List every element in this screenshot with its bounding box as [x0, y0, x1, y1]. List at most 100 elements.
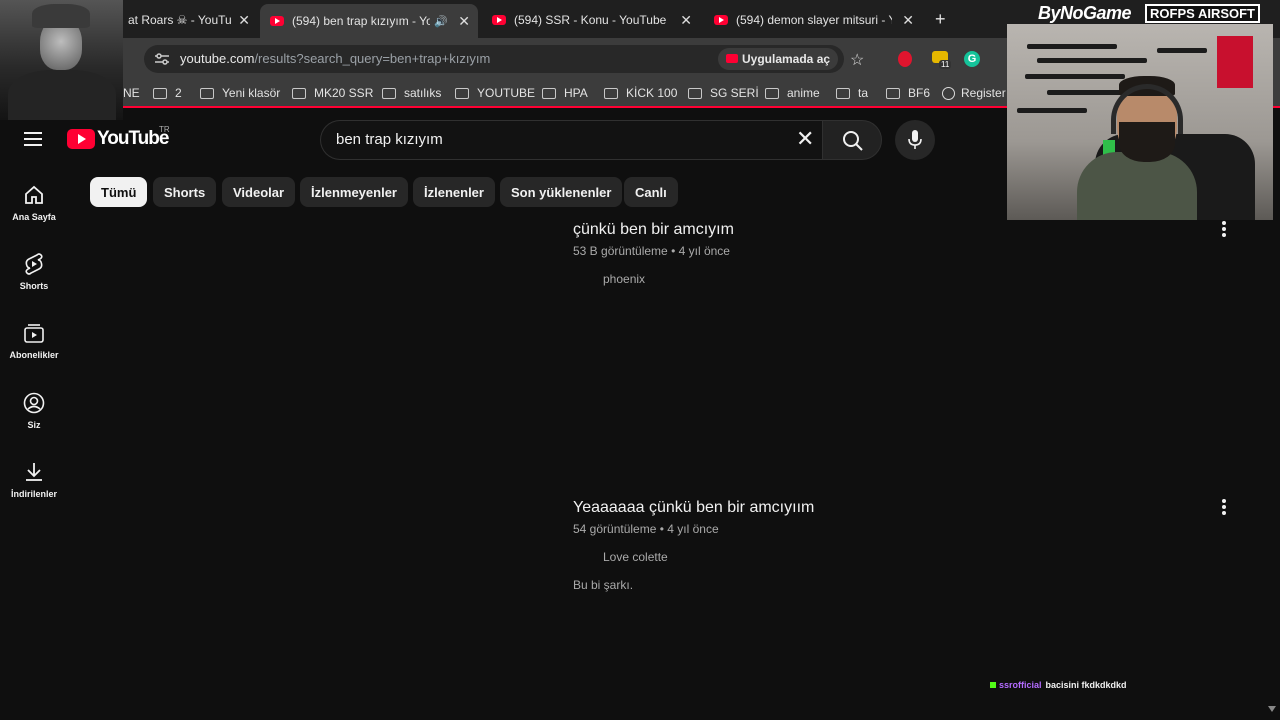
- webcam-overlay: [1007, 24, 1273, 220]
- folder-icon: [886, 87, 900, 99]
- more-options-icon[interactable]: [1222, 499, 1226, 517]
- folder-icon: [292, 87, 306, 99]
- more-options-icon[interactable]: [1222, 221, 1226, 239]
- chip-recently-uploaded[interactable]: Son yüklenenler: [500, 177, 623, 207]
- youtube-logo-icon[interactable]: [67, 129, 95, 149]
- bookmark-folder[interactable]: ta: [836, 86, 868, 100]
- channel-name[interactable]: Love colette: [603, 550, 668, 564]
- browser-tab[interactable]: (594) demon slayer mitsuri - Yo ✕: [704, 6, 922, 34]
- bookmark-folder[interactable]: SG SERİ: [688, 86, 759, 100]
- channel-name[interactable]: phoenix: [603, 272, 645, 286]
- sidebar-item-label: Siz: [27, 420, 41, 430]
- upload-age: 4 yıl önce: [678, 244, 730, 258]
- browser-tab[interactable]: at Roars ☠ - YouTu ✕: [118, 6, 258, 34]
- sidebar-item-label: Shorts: [19, 281, 49, 291]
- new-tab-icon[interactable]: +: [935, 9, 946, 30]
- bookmark-label: YOUTUBE: [477, 86, 536, 100]
- search-button[interactable]: [822, 120, 882, 160]
- sidebar-item-you[interactable]: Siz: [0, 392, 68, 430]
- chip-shorts[interactable]: Shorts: [153, 177, 217, 207]
- view-count: 54 görüntüleme: [573, 522, 657, 536]
- star-icon[interactable]: ☆: [850, 50, 864, 70]
- search-query[interactable]: ben trap kızıyım: [336, 131, 443, 148]
- video-meta: 54 görüntüleme • 4 yıl önce: [573, 522, 719, 536]
- browser-tab[interactable]: (594) SSR - Konu - YouTube ✕: [482, 6, 700, 34]
- bookmark-label: HPA: [564, 86, 588, 100]
- tab-title: (594) demon slayer mitsuri - Yo: [736, 13, 892, 27]
- bookmark-label: MK20 SSR: [314, 86, 374, 100]
- bookmark-folder[interactable]: anime: [765, 86, 820, 100]
- sidebar-item-home[interactable]: Ana Sayfa: [0, 184, 68, 222]
- bookmark-label: satılıks: [404, 86, 442, 100]
- tab-title: (594) SSR - Konu - YouTube: [514, 13, 667, 27]
- menu-icon[interactable]: [24, 132, 42, 146]
- close-icon[interactable]: ✕: [238, 12, 250, 29]
- tab-title: (594) ben trap kızıyım - You: [292, 14, 430, 28]
- speaker-icon[interactable]: 🔊: [434, 15, 448, 28]
- shorts-icon: [25, 253, 43, 275]
- chat-username: ssrofficial: [999, 680, 1042, 690]
- bookmark-label: anime: [787, 86, 820, 100]
- sidebar-item-downloads[interactable]: İndirilenler: [0, 461, 68, 499]
- video-title[interactable]: Yeaaaaaa çünkü ben bir amcıyıım: [573, 499, 814, 517]
- sidebar-item-shorts[interactable]: Shorts: [0, 253, 68, 291]
- bookmark-label: KİCK 100: [626, 86, 678, 100]
- chip-videos[interactable]: Videolar: [222, 177, 296, 207]
- bookmark-item[interactable]: NE: [123, 86, 140, 100]
- view-count: 53 B görüntüleme: [573, 244, 668, 258]
- video-meta: 53 B görüntüleme • 4 yıl önce: [573, 244, 730, 258]
- folder-icon: [455, 87, 469, 99]
- sidebar-item-label: Abonelikler: [9, 350, 59, 360]
- folder-icon: [200, 87, 214, 99]
- bookmark-folder[interactable]: HPA: [542, 86, 588, 100]
- youtube-icon: [270, 16, 284, 26]
- portrait-overlay-image: [0, 0, 123, 120]
- folder-icon: [836, 87, 850, 99]
- close-icon[interactable]: ✕: [458, 13, 470, 30]
- search-icon: [843, 131, 863, 151]
- grammarly-icon[interactable]: G: [964, 51, 980, 67]
- chip-unwatched[interactable]: İzlenmeyenler: [300, 177, 408, 207]
- globe-icon: [942, 86, 955, 100]
- youtube-logo-text[interactable]: YouTube: [97, 128, 169, 150]
- sidebar-item-label: Ana Sayfa: [12, 212, 56, 222]
- sponsor-logos: ByNoGame ROFPS AIRSOFT: [1038, 2, 1260, 24]
- browser-tab-active[interactable]: (594) ben trap kızıyım - You 🔊 ✕: [260, 4, 478, 38]
- sidebar-item-subscriptions[interactable]: Abonelikler: [0, 322, 68, 360]
- folder-icon: [765, 87, 779, 99]
- bookmark-folder[interactable]: MK20 SSR: [292, 86, 373, 100]
- clear-search-icon[interactable]: ✕: [796, 128, 814, 150]
- bookmark-folder[interactable]: YOUTUBE: [455, 86, 535, 100]
- url-host: youtube.com: [180, 51, 255, 66]
- subscriptions-icon: [24, 324, 44, 343]
- bookmark-folder[interactable]: Yeni klasör: [200, 86, 280, 100]
- scroll-down-arrow-icon[interactable]: [1268, 706, 1276, 712]
- country-code: TR: [159, 125, 170, 134]
- video-title[interactable]: çünkü ben bir amcıyım: [573, 221, 734, 239]
- tab-title: at Roars ☠ - YouTu: [128, 13, 232, 27]
- close-icon[interactable]: ✕: [680, 12, 692, 29]
- chip-all[interactable]: Tümü: [90, 177, 148, 207]
- bookmark-label: Yeni klasör: [222, 86, 281, 100]
- url-text[interactable]: youtube.com/results?search_query=ben+tra…: [180, 51, 490, 66]
- url-path: /results?search_query=ben+trap+kızıyım: [254, 51, 491, 66]
- site-settings-icon[interactable]: [154, 52, 170, 66]
- bookmark-label: Register: [961, 86, 1006, 100]
- bookmark-label: BF6: [908, 86, 931, 100]
- bookmark-folder[interactable]: 2: [153, 86, 182, 100]
- bookmark-label: 2: [175, 86, 182, 100]
- bookmark-folder[interactable]: BF6: [886, 86, 930, 100]
- close-icon[interactable]: ✕: [902, 12, 914, 29]
- bookmark-folder[interactable]: satılıks: [382, 86, 441, 100]
- sidebar-item-label: İndirilenler: [10, 489, 57, 499]
- video-description: Bu bi şarkı.: [573, 578, 634, 592]
- extension-icon[interactable]: [898, 51, 912, 67]
- chip-watched[interactable]: İzlenenler: [413, 177, 495, 207]
- chip-live[interactable]: Canlı: [624, 177, 678, 207]
- chat-message: ssrofficial bacisini fkdkdkdkd: [990, 680, 1127, 690]
- open-in-app-button[interactable]: Uygulamada aç: [718, 48, 839, 70]
- bookmark-folder[interactable]: KİCK 100: [604, 86, 677, 100]
- folder-icon: [153, 87, 167, 99]
- bookmark-item[interactable]: Register: [942, 86, 1006, 100]
- voice-search-button[interactable]: [895, 120, 935, 160]
